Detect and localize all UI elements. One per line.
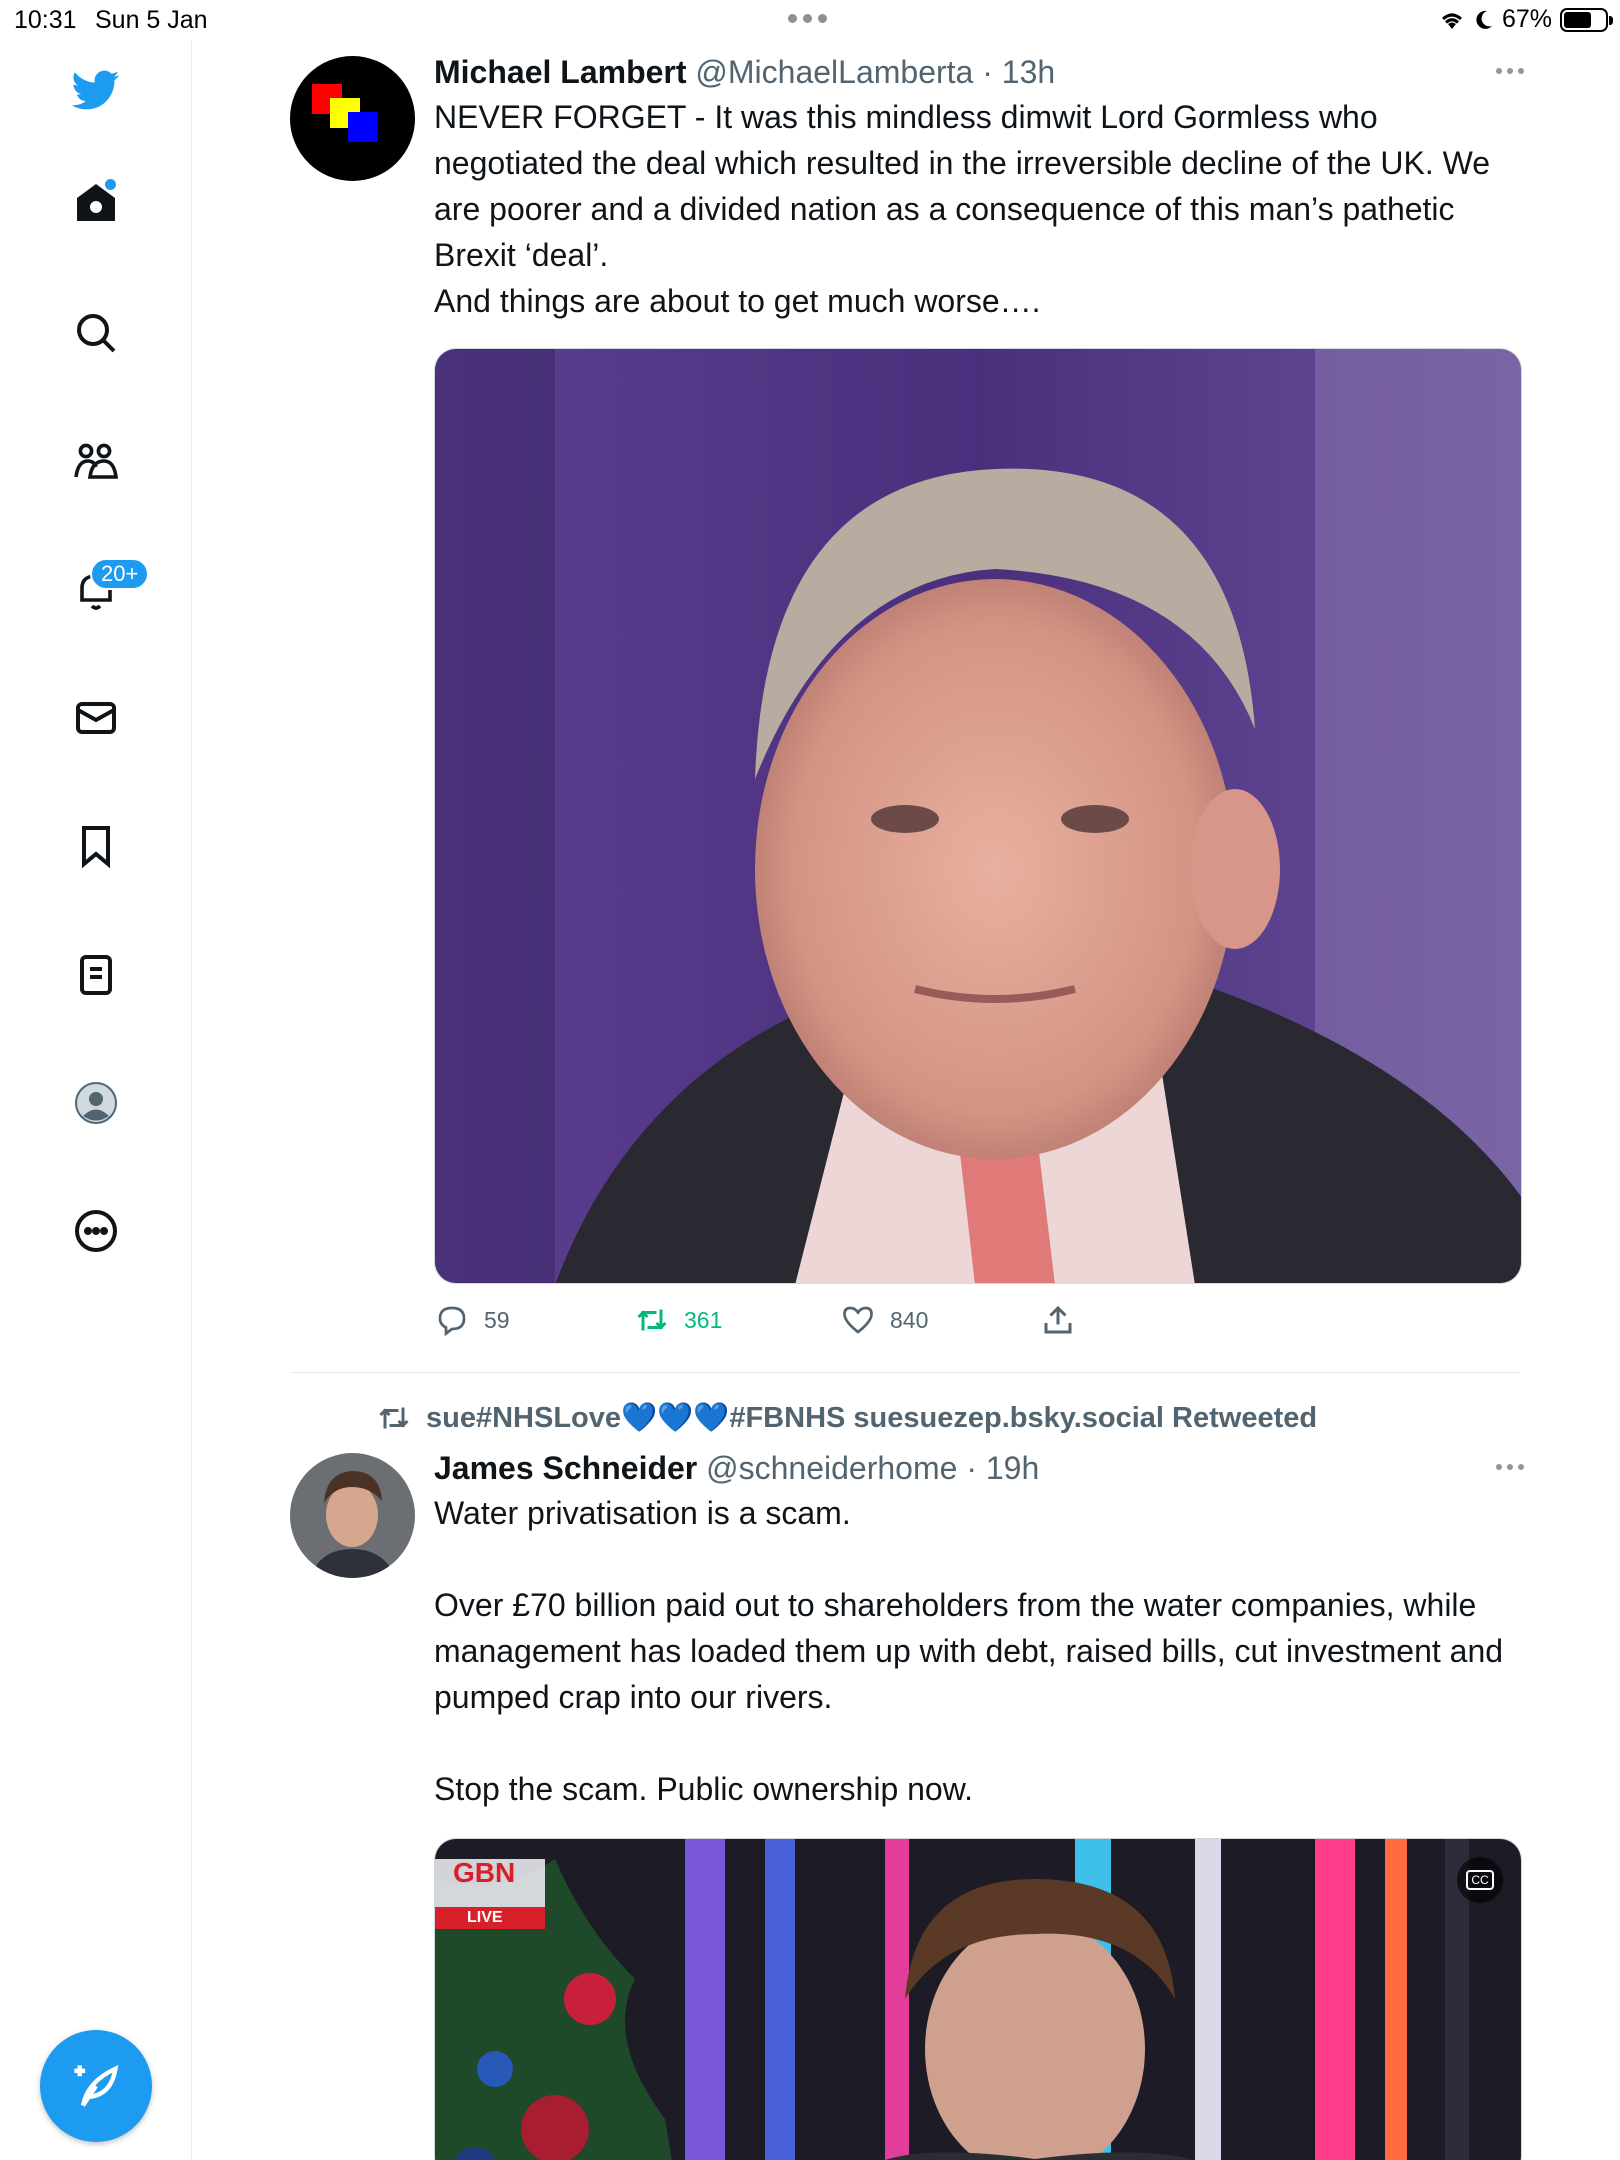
multitasking-dots[interactable] (788, 14, 827, 23)
communities-icon[interactable] (68, 433, 124, 489)
author-name[interactable]: Michael Lambert (434, 54, 687, 90)
retweet-indicator-icon (379, 1407, 409, 1429)
status-bar: 10:31 Sun 5 Jan 67% (0, 0, 1620, 40)
reply-button[interactable]: 59 (434, 1302, 634, 1338)
home-icon[interactable] (68, 175, 124, 231)
author-handle[interactable]: @MichaelLamberta (695, 54, 973, 90)
notifications-icon[interactable]: 20+ (68, 558, 150, 618)
messages-icon[interactable] (68, 690, 124, 746)
moon-icon (1476, 10, 1492, 29)
lists-icon[interactable] (68, 947, 124, 1003)
author-name[interactable]: James Schneider (434, 1450, 697, 1486)
tweet-divider (290, 1372, 1520, 1373)
status-time: 10:31 (14, 6, 77, 34)
avatar-portrait-image (290, 1453, 415, 1578)
video-live-label: LIVE (467, 1909, 503, 1926)
reply-icon (438, 1306, 466, 1337)
tweet-photo[interactable] (434, 348, 1522, 1284)
compose-feather-icon (74, 2064, 119, 2107)
unread-dot (105, 179, 116, 190)
retweeted-by-row[interactable]: sue#NHSLove💙💙💙#FBNHS suesuezep.bsky.soci… (376, 1400, 1317, 1436)
tweet-time[interactable]: · 13h (982, 54, 1055, 90)
notifications-badge: 20+ (90, 558, 150, 590)
retweet-count: 361 (684, 1306, 723, 1333)
video-still-image (435, 1839, 1521, 2160)
wifi-icon (1441, 13, 1462, 29)
status-date: Sun 5 Jan (95, 6, 208, 34)
tweet-video[interactable]: GBN LIVE CC (434, 1838, 1522, 2160)
tweet-actions: 59 361 840 (434, 1302, 1076, 1338)
video-channel-logo: GBN (453, 1857, 516, 1888)
avatar-squares-image (312, 84, 378, 142)
retweet-icon (637, 1309, 667, 1331)
status-right: 67% (1438, 5, 1613, 34)
author-handle[interactable]: @schneiderhome (706, 1450, 957, 1486)
profile-icon[interactable] (68, 1075, 124, 1131)
tweet-header: James Schneider @schneiderhome · 19h (434, 1448, 1524, 1488)
compose-tweet-button[interactable] (40, 2030, 152, 2142)
cc-icon: CC (1466, 1870, 1494, 1890)
more-options-icon[interactable] (1496, 68, 1524, 74)
more-options-icon[interactable] (1496, 1464, 1524, 1470)
more-icon[interactable] (68, 1203, 124, 1259)
tweet-header: Michael Lambert @MichaelLamberta · 13h (434, 52, 1524, 92)
share-icon (1044, 1305, 1072, 1334)
bookmarks-icon[interactable] (68, 818, 124, 874)
like-count: 840 (890, 1306, 929, 1333)
heart-icon (843, 1306, 873, 1334)
photo-portrait-image (435, 349, 1521, 1283)
like-button[interactable]: 840 (840, 1302, 1040, 1338)
sidebar-nav: 20+ (0, 40, 192, 2160)
tweet-text: Water privatisation is a scam. Over £70 … (434, 1495, 1504, 1807)
closed-captions-button[interactable]: CC (1457, 1857, 1503, 1903)
avatar[interactable] (290, 56, 415, 181)
battery-icon (1560, 7, 1613, 32)
retweet-button[interactable]: 361 (634, 1302, 840, 1338)
search-icon[interactable] (68, 305, 124, 361)
battery-percent: 67% (1501, 5, 1552, 33)
avatar[interactable] (290, 1453, 415, 1578)
retweeted-by-text: sue#NHSLove💙💙💙#FBNHS suesuezep.bsky.soci… (426, 1402, 1318, 1434)
tweet-time[interactable]: · 19h (966, 1450, 1039, 1486)
reply-count: 59 (484, 1306, 510, 1333)
tweet-text: NEVER FORGET - It was this mindless dimw… (434, 99, 1491, 319)
share-button[interactable] (1040, 1302, 1076, 1338)
twitter-logo-icon[interactable] (68, 62, 124, 118)
